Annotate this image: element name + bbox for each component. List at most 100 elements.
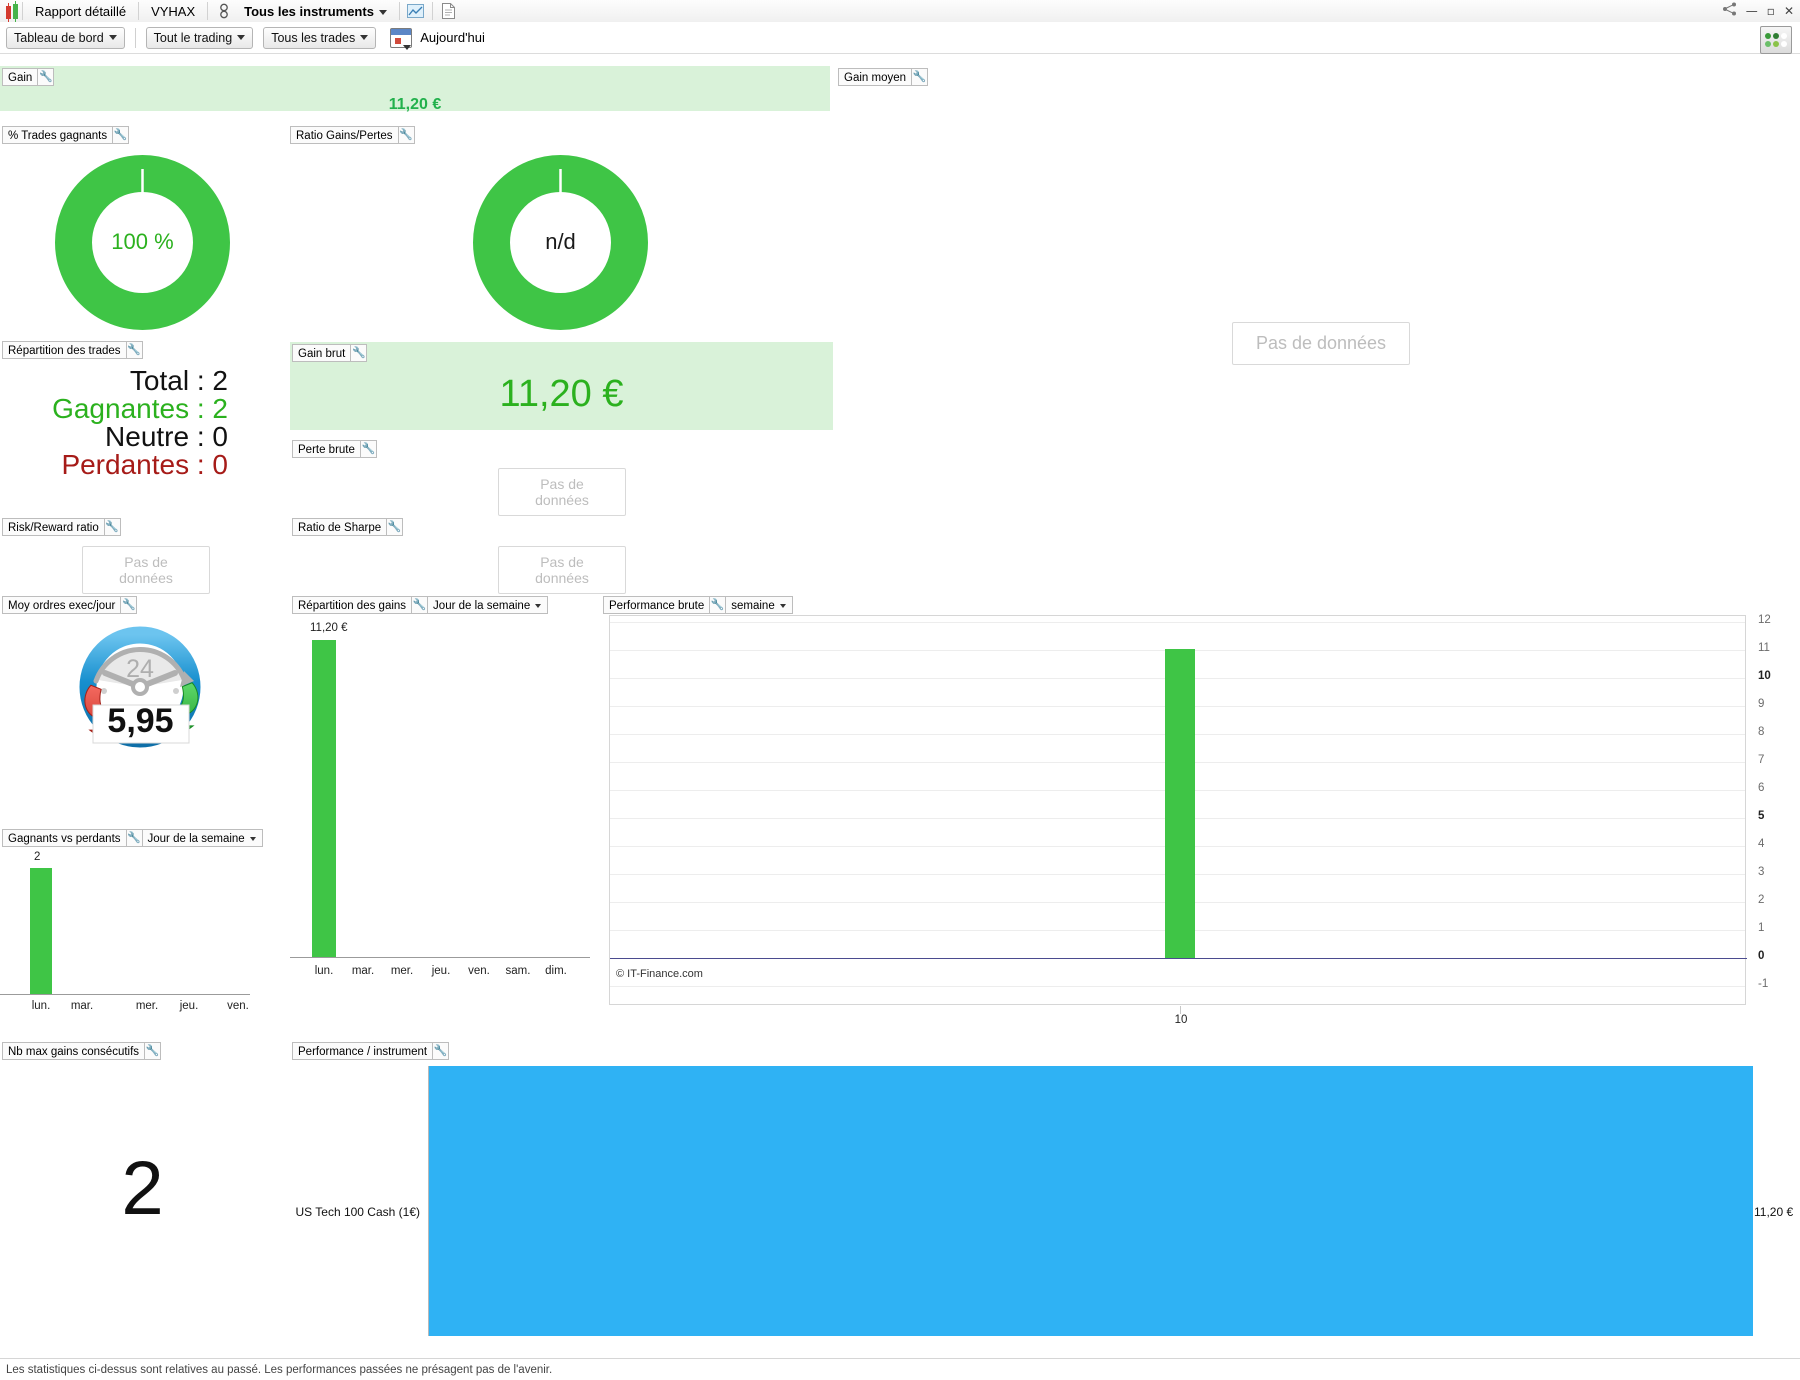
y-tick-label: -1 xyxy=(1758,978,1769,990)
x-axis-line xyxy=(0,994,250,995)
share-icon[interactable] xyxy=(1722,2,1737,19)
performance-instrument-widget-title[interactable]: Performance / instrument 🔧 xyxy=(292,1042,450,1060)
chevron-down-icon xyxy=(779,604,786,609)
performance-instrument-chart xyxy=(428,1066,1753,1336)
repartition-trades-list: Total : 2 Gagnantes : 2 Neutre : 0 Perda… xyxy=(0,367,228,479)
perte-brute-widget-title[interactable]: Perte brute 🔧 xyxy=(292,440,377,458)
ratio-sharpe-widget-title[interactable]: Ratio de Sharpe 🔧 xyxy=(292,518,404,536)
gear-icon[interactable]: 🔧 xyxy=(144,1043,160,1059)
gain-widget-label: Gain xyxy=(8,71,33,84)
gagnants-vs-perdants-chart: 2 lun. mar. mer. jeu. ven. xyxy=(0,848,250,1012)
gear-icon[interactable]: 🔧 xyxy=(350,345,366,361)
nb-max-gains-widget-title[interactable]: Nb max gains consécutifs 🔧 xyxy=(2,1042,162,1060)
repartition-row-value: 0 xyxy=(212,449,228,480)
gear-icon[interactable]: 🔧 xyxy=(709,597,725,613)
performance-brute-widget-title[interactable]: Performance brute 🔧 semaine xyxy=(603,596,793,614)
maximize-button[interactable]: ▫ xyxy=(1767,4,1775,18)
repartition-gains-dropdown[interactable]: Jour de la semaine xyxy=(427,597,547,613)
repartition-gains-chart: 11,20 € lun. mar. mer. jeu. ven. sam. di… xyxy=(290,615,590,1015)
title-bar: Rapport détaillé VYHAX Tous les instrume… xyxy=(0,0,1800,23)
today-label: Aujourd'hui xyxy=(420,30,485,45)
document-icon[interactable] xyxy=(437,1,461,22)
gear-icon[interactable]: 🔧 xyxy=(125,830,142,846)
moy-ordres-value: 5,95 xyxy=(107,702,174,740)
toolbar: Tableau de bord Tout le trading Tous les… xyxy=(0,22,1800,54)
y-tick-label: 5 xyxy=(1758,810,1765,822)
performance-brute-chart: © IT-Finance.com xyxy=(609,615,1747,1005)
moy-ordres-widget-title[interactable]: Moy ordres exec/jour 🔧 xyxy=(2,596,138,614)
y-tick-label: 10 xyxy=(1758,670,1771,682)
repartition-row-value: 2 xyxy=(212,365,228,396)
gagnants-vs-perdants-dropdown[interactable]: Jour de la semaine xyxy=(141,830,262,846)
gear-icon[interactable]: 🔧 xyxy=(103,519,120,535)
instrument-selector[interactable]: Tous les instruments xyxy=(236,4,395,19)
gear-icon[interactable]: 🔧 xyxy=(411,597,427,613)
gear-icon[interactable]: 🔧 xyxy=(432,1043,448,1059)
gear-icon[interactable]: 🔧 xyxy=(386,519,402,535)
bar-value-label: 2 xyxy=(34,851,41,863)
ratio-gains-pertes-widget-title[interactable]: Ratio Gains/Pertes 🔧 xyxy=(290,126,415,144)
gagnants-vs-perdants-widget-title[interactable]: Gagnants vs perdants 🔧 Jour de la semain… xyxy=(2,829,263,847)
gain-widget-title[interactable]: Gain 🔧 xyxy=(2,68,55,86)
x-tick-label: lun. xyxy=(31,1000,51,1012)
risk-reward-widget-title[interactable]: Risk/Reward ratio 🔧 xyxy=(2,518,121,536)
gain-value: 11,20 € xyxy=(388,96,442,113)
pct-trades-gagnants-value: 100 % xyxy=(111,229,174,254)
perte-brute-widget-label: Perte brute xyxy=(298,443,355,456)
y-tick-label: 0 xyxy=(1758,950,1765,962)
gain-moyen-widget-label: Gain moyen xyxy=(844,71,907,84)
gear-icon[interactable]: 🔧 xyxy=(125,342,142,358)
chart-window-icon[interactable] xyxy=(404,1,428,22)
gear-icon[interactable]: 🔧 xyxy=(112,127,128,143)
chevron-down-icon xyxy=(108,35,117,40)
bar-value-label: 11,20 € xyxy=(310,622,348,634)
x-tick-label: ven. xyxy=(468,965,490,977)
chevron-down-icon xyxy=(360,35,369,40)
chevron-down-icon xyxy=(378,9,387,15)
all-trading-dropdown-label: Tout le trading xyxy=(153,30,233,45)
y-tick-label: 12 xyxy=(1758,614,1771,626)
footer-disclaimer: Les statistiques ci-dessus sont relative… xyxy=(0,1358,1800,1380)
dashboard-dropdown[interactable]: Tableau de bord xyxy=(6,26,125,49)
x-tick-label: 10 xyxy=(1174,1014,1188,1026)
x-tick-label: mar. xyxy=(70,1000,94,1012)
today-selector[interactable]: Aujourd'hui xyxy=(390,27,485,50)
x-tick-label: mar. xyxy=(351,965,375,977)
chevron-down-icon xyxy=(237,35,246,40)
window-controls[interactable]: — ▫ ✕ xyxy=(1722,2,1794,19)
repartition-row-label: Total xyxy=(129,365,190,396)
gain-moyen-widget-title[interactable]: Gain moyen 🔧 xyxy=(838,68,929,86)
gear-icon[interactable]: 🔧 xyxy=(359,441,376,457)
gear-icon[interactable]: 🔧 xyxy=(911,69,927,85)
gear-icon[interactable]: 🔧 xyxy=(120,597,136,613)
ratio-gains-pertes-donut: n/d xyxy=(473,155,648,330)
repartition-gains-dropdown-label: Jour de la semaine xyxy=(433,599,531,612)
all-trading-dropdown[interactable]: Tout le trading xyxy=(145,26,254,49)
list-item: Total : 2 xyxy=(129,365,228,396)
gear-icon[interactable]: 🔧 xyxy=(397,127,414,143)
ratio-sharpe-empty: Pas de données xyxy=(498,546,626,594)
pct-trades-gagnants-widget-title[interactable]: % Trades gagnants 🔧 xyxy=(2,126,130,144)
gear-icon[interactable]: 🔧 xyxy=(37,69,53,85)
list-item: Neutre : 0 xyxy=(105,421,228,452)
repartition-row-label: Gagnantes xyxy=(52,393,190,424)
bar xyxy=(30,868,52,995)
export-icon[interactable] xyxy=(1760,26,1792,54)
minimize-button[interactable]: — xyxy=(1746,4,1758,18)
close-button[interactable]: ✕ xyxy=(1784,4,1794,18)
y-tick-label: 3 xyxy=(1758,866,1765,878)
x-tick-label: jeu. xyxy=(179,1000,199,1012)
x-tick-label: dim. xyxy=(545,965,567,977)
pct-trades-gagnants-widget-label: % Trades gagnants xyxy=(8,129,108,142)
ratio-gains-pertes-value: n/d xyxy=(545,229,576,254)
gain-brut-widget-title[interactable]: Gain brut 🔧 xyxy=(292,344,368,362)
repartition-row-label: Perdantes xyxy=(61,449,190,480)
performance-brute-widget-label: Performance brute xyxy=(609,599,705,612)
gagnants-vs-perdants-dropdown-label: Jour de la semaine xyxy=(147,832,245,845)
repartition-gains-widget-title[interactable]: Répartition des gains 🔧 Jour de la semai… xyxy=(292,596,549,614)
all-trades-dropdown[interactable]: Tous les trades xyxy=(263,26,377,49)
account-label: VYHAX xyxy=(151,3,196,19)
repartition-trades-widget-title[interactable]: Répartition des trades 🔧 xyxy=(2,341,143,359)
performance-brute-dropdown[interactable]: semaine xyxy=(725,597,791,613)
ratio-sharpe-widget-label: Ratio de Sharpe xyxy=(298,521,382,534)
